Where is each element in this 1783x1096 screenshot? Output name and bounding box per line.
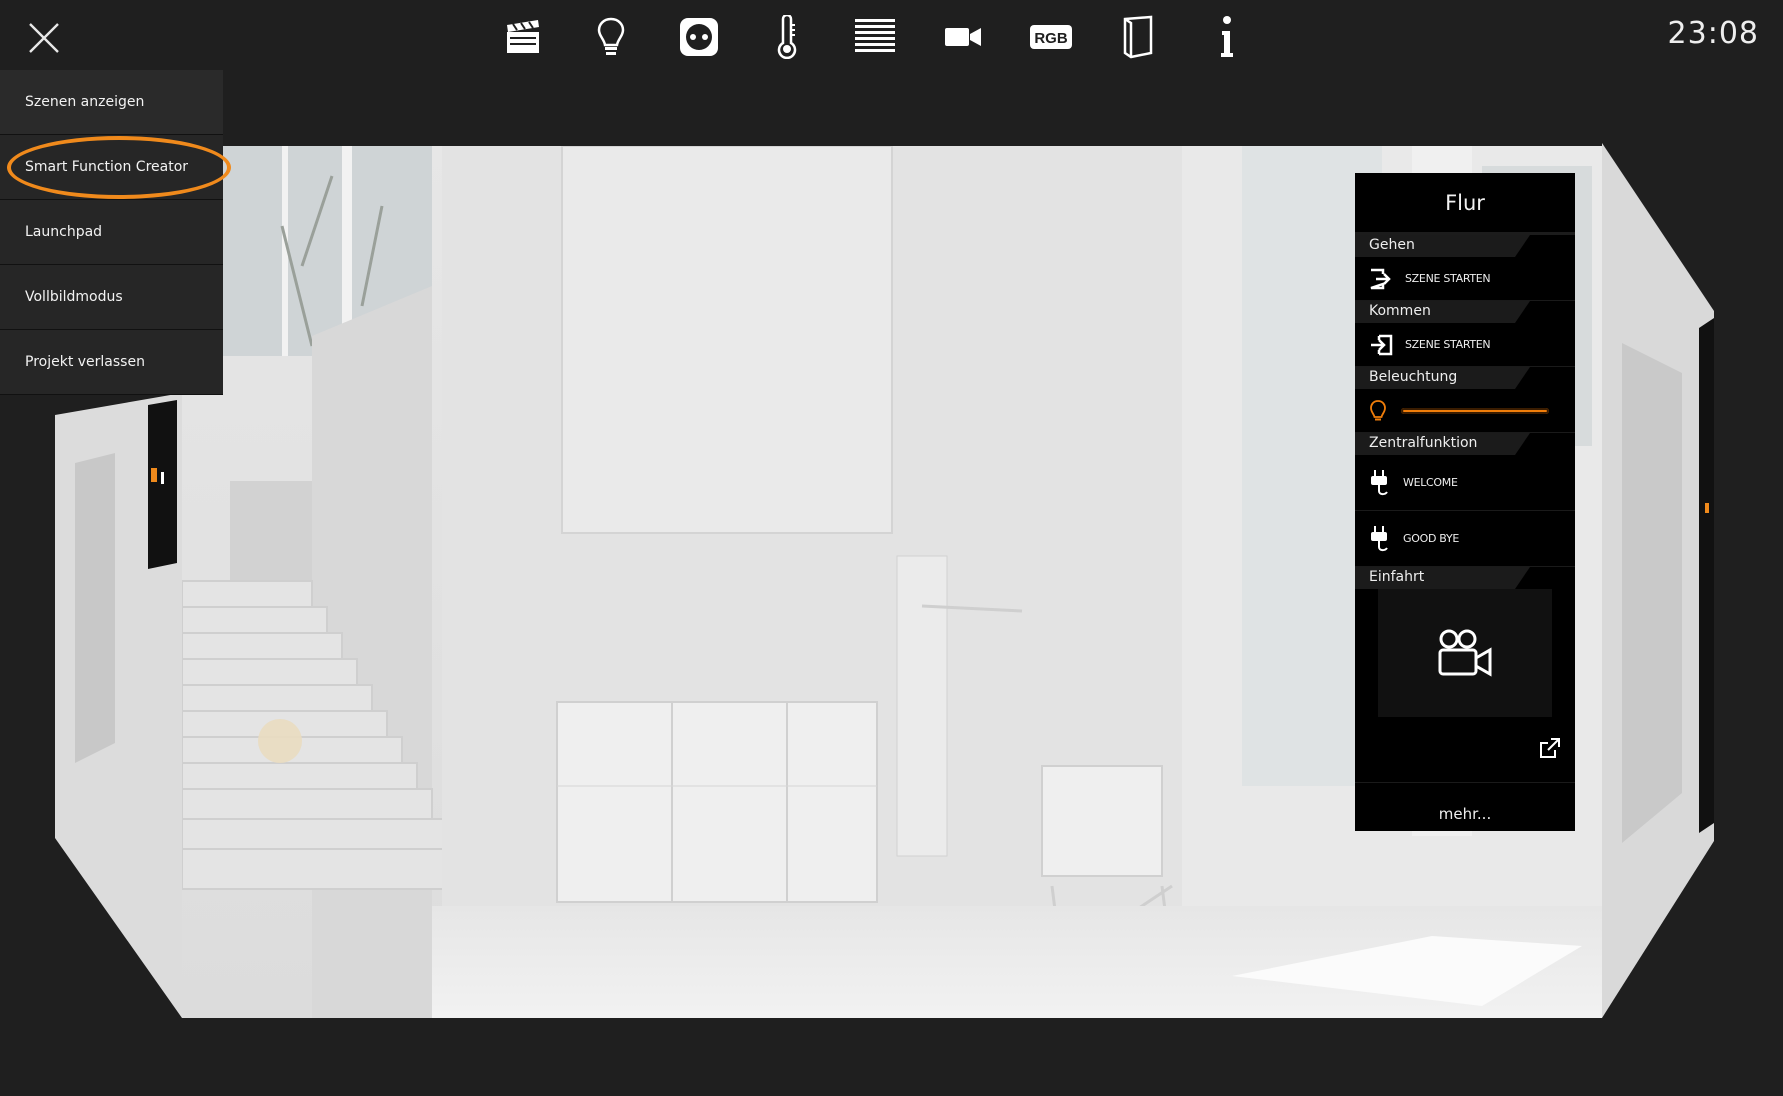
room-control-panel: Flur Gehen SZENE STARTEN Kommen SZENE ST… (1355, 173, 1575, 831)
section-label: Beleuchtung (1369, 369, 1458, 385)
panel-title: Flur (1355, 173, 1575, 235)
section-label: Kommen (1369, 303, 1431, 319)
scene-start-kommen-button[interactable]: SZENE STARTEN (1355, 323, 1575, 367)
section-header-gehen: Gehen (1355, 235, 1575, 257)
section-header-zentralfunktion: Zentralfunktion (1355, 433, 1575, 455)
scene-start-label: SZENE STARTEN (1405, 338, 1491, 351)
blinds-icon[interactable] (847, 12, 903, 62)
lightbulb-icon[interactable] (1369, 399, 1387, 423)
external-link-row (1355, 717, 1575, 783)
socket-icon[interactable] (671, 12, 727, 62)
scene-start-label: SZENE STARTEN (1405, 272, 1491, 285)
rgb-text: RGB (1034, 30, 1068, 47)
info-icon[interactable] (1199, 12, 1255, 62)
scenes-icon[interactable] (495, 12, 551, 62)
section-label: Zentralfunktion (1369, 435, 1478, 451)
exit-icon (1370, 268, 1391, 289)
clock: 23:08 (1667, 16, 1759, 51)
welcome-label: WELCOME (1403, 476, 1458, 489)
scene-start-gehen-button[interactable]: SZENE STARTEN (1355, 257, 1575, 301)
more-button[interactable]: mehr... (1355, 783, 1575, 845)
rgb-icon[interactable]: RGB (1023, 12, 1079, 62)
section-header-einfahrt: Einfahrt (1355, 567, 1575, 589)
menu-item-smart-function-creator[interactable]: Smart Function Creator (0, 135, 223, 200)
plug-icon (1371, 469, 1388, 495)
door-icon[interactable] (1111, 12, 1167, 62)
menu-item-show-scenes[interactable]: Szenen anzeigen (0, 70, 223, 135)
menu-item-leave-project[interactable]: Projekt verlassen (0, 330, 223, 395)
close-icon[interactable] (24, 20, 64, 56)
top-bar: RGB 23:08 (0, 0, 1783, 70)
external-link-icon[interactable] (1539, 737, 1561, 759)
lightbulb-icon[interactable] (583, 12, 639, 62)
plug-icon (1371, 525, 1388, 551)
brightness-slider[interactable] (1401, 407, 1549, 414)
section-label: Gehen (1369, 237, 1415, 253)
camera-icon[interactable] (935, 12, 991, 62)
section-label: Einfahrt (1369, 569, 1425, 585)
camera-view-button[interactable] (1378, 589, 1552, 717)
thermometer-icon[interactable] (759, 12, 815, 62)
goodbye-label: GOOD BYE (1403, 532, 1460, 545)
video-camera-icon (1438, 629, 1492, 677)
section-header-beleuchtung: Beleuchtung (1355, 367, 1575, 389)
lighting-row (1355, 389, 1575, 433)
right-wall (1602, 143, 1714, 1018)
enter-icon (1371, 334, 1393, 355)
menu-item-launchpad[interactable]: Launchpad (0, 200, 223, 265)
welcome-button[interactable]: WELCOME (1355, 455, 1575, 511)
goodbye-button[interactable]: GOOD BYE (1355, 511, 1575, 567)
side-menu: Szenen anzeigen Smart Function Creator L… (0, 70, 223, 395)
section-header-kommen: Kommen (1355, 301, 1575, 323)
menu-item-fullscreen[interactable]: Vollbildmodus (0, 265, 223, 330)
